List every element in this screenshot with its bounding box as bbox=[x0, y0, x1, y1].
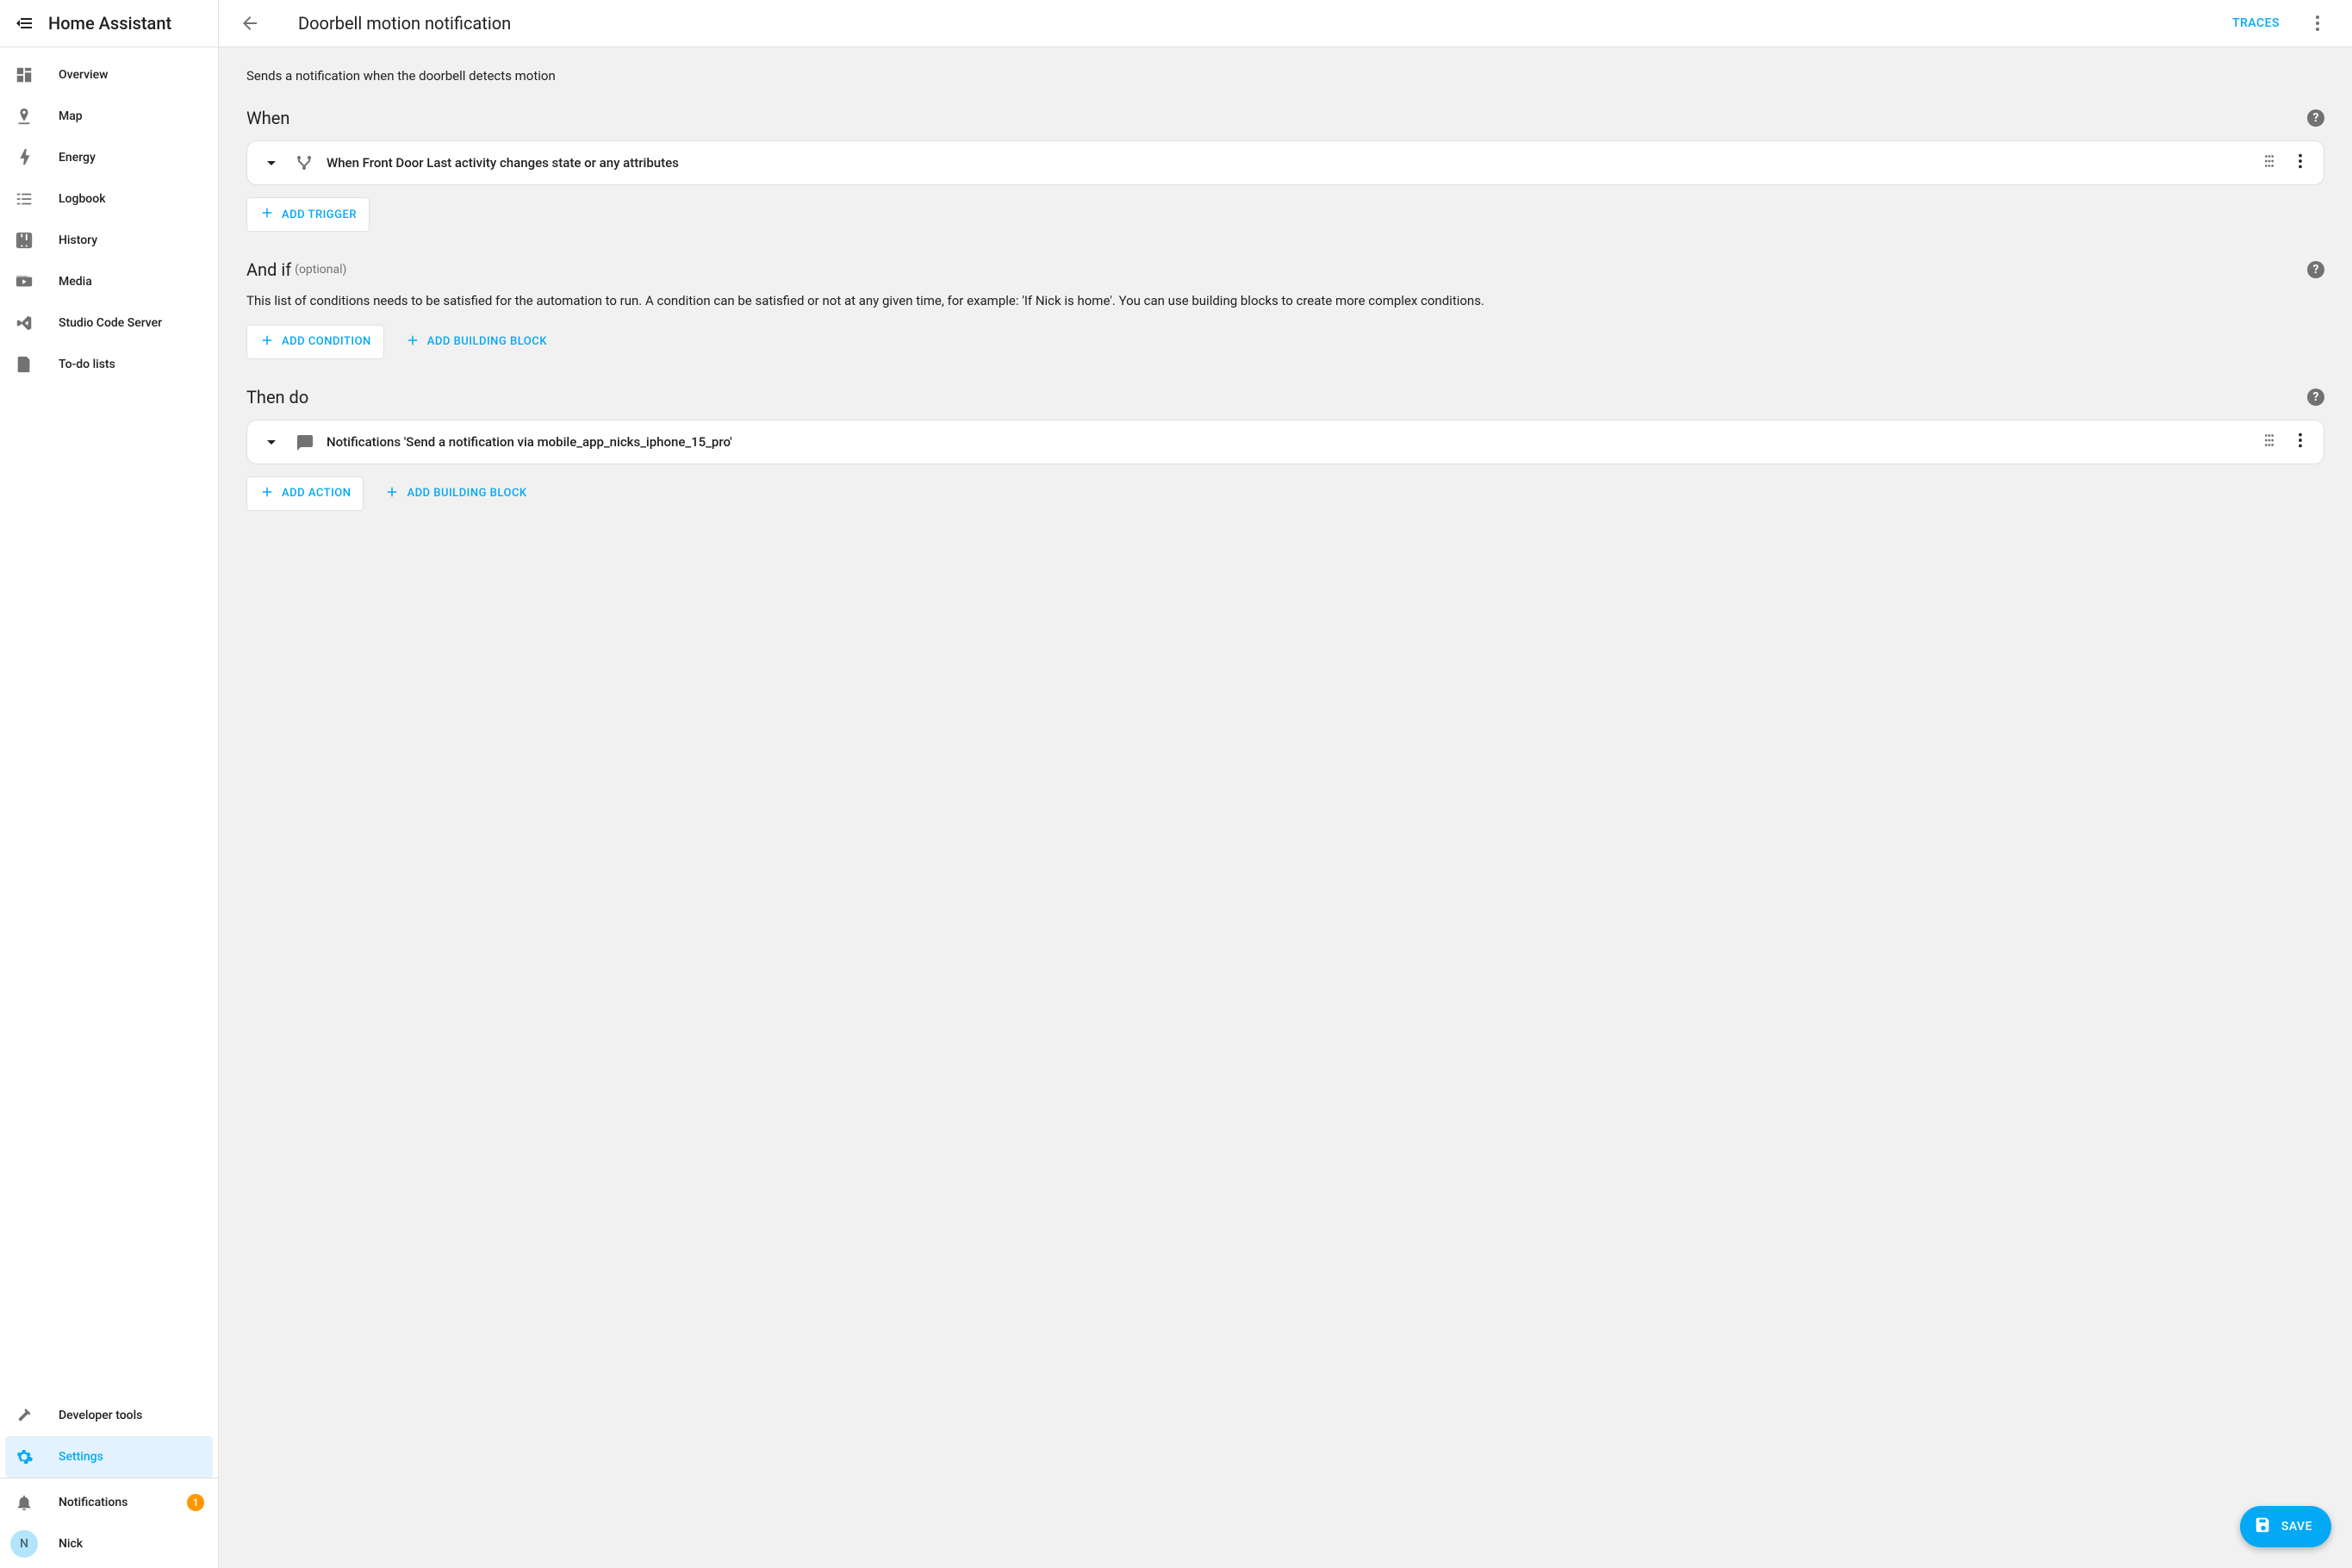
save-icon bbox=[2254, 1515, 2273, 1538]
map-icon bbox=[14, 106, 34, 127]
section-when: When ? When Front Door Last activity cha… bbox=[246, 108, 2324, 232]
sidebar-item-logbook[interactable]: Logbook bbox=[0, 178, 218, 220]
sidebar-item-user[interactable]: N Nick bbox=[0, 1523, 218, 1565]
plus-icon bbox=[259, 484, 275, 503]
app-root: Home Assistant Overview Map Energy Logbo… bbox=[0, 0, 2352, 1568]
trigger-label: When Front Door Last activity changes st… bbox=[327, 155, 2248, 171]
add-trigger-button[interactable]: ADD TRIGGER bbox=[246, 197, 370, 232]
sidebar-header: Home Assistant bbox=[0, 0, 218, 47]
trigger-row[interactable]: When Front Door Last activity changes st… bbox=[247, 141, 2324, 184]
save-button[interactable]: SAVE bbox=[2240, 1506, 2331, 1547]
content: Sends a notification when the doorbell d… bbox=[219, 47, 2352, 1568]
plus-icon bbox=[259, 205, 275, 224]
trigger-card: When Front Door Last activity changes st… bbox=[246, 140, 2324, 185]
plus-icon bbox=[384, 484, 400, 503]
button-label: ADD BUILDING BLOCK bbox=[427, 335, 547, 348]
page-title: Doorbell motion notification bbox=[298, 13, 511, 34]
avatar: N bbox=[10, 1530, 38, 1558]
menu-collapse-icon[interactable] bbox=[14, 13, 34, 34]
add-building-block-button[interactable]: ADD BUILDING BLOCK bbox=[372, 476, 538, 511]
sidebar: Home Assistant Overview Map Energy Logbo… bbox=[0, 0, 219, 1568]
sidebar-item-media[interactable]: Media bbox=[0, 261, 218, 302]
help-icon[interactable]: ? bbox=[2307, 109, 2324, 127]
section-title: When bbox=[246, 108, 289, 128]
button-label: ADD ACTION bbox=[282, 487, 351, 500]
nav-label: Overview bbox=[59, 68, 108, 82]
sidebar-item-settings[interactable]: Settings bbox=[5, 1436, 213, 1478]
drag-handle-icon[interactable] bbox=[2260, 152, 2279, 174]
action-row[interactable]: Notifications 'Send a notification via m… bbox=[247, 420, 2324, 464]
section-header-and-if: And if (optional) ? bbox=[246, 259, 2324, 280]
section-title: And if bbox=[246, 259, 291, 280]
save-label: SAVE bbox=[2281, 1520, 2312, 1534]
nav-label: Energy bbox=[59, 151, 96, 165]
section-header-when: When ? bbox=[246, 108, 2324, 128]
button-label: ADD CONDITION bbox=[282, 335, 371, 348]
hammer-icon bbox=[14, 1405, 34, 1426]
overview-icon bbox=[14, 65, 34, 85]
sidebar-item-developer-tools[interactable]: Developer tools bbox=[0, 1395, 218, 1436]
gear-icon bbox=[14, 1447, 34, 1467]
nav-label: Logbook bbox=[59, 192, 106, 206]
nav-label: Developer tools bbox=[59, 1409, 142, 1422]
sidebar-item-todo[interactable]: To-do lists bbox=[0, 344, 218, 385]
automation-description: Sends a notification when the doorbell d… bbox=[246, 68, 2324, 84]
action-card: Notifications 'Send a notification via m… bbox=[246, 420, 2324, 464]
notifications-badge: 1 bbox=[187, 1494, 204, 1511]
vscode-icon bbox=[14, 313, 34, 333]
user-name: Nick bbox=[59, 1537, 83, 1551]
back-button[interactable] bbox=[233, 6, 267, 40]
state-change-icon bbox=[294, 152, 314, 173]
section-and-if: And if (optional) ? This list of conditi… bbox=[246, 259, 2324, 359]
action-overflow-button[interactable] bbox=[2291, 431, 2310, 453]
nav-label: History bbox=[59, 233, 97, 247]
app-title: Home Assistant bbox=[48, 13, 171, 34]
plus-icon bbox=[259, 333, 275, 352]
nav-label: To-do lists bbox=[59, 358, 115, 371]
button-label: ADD TRIGGER bbox=[282, 208, 357, 221]
topbar-overflow-button[interactable] bbox=[2300, 6, 2335, 40]
nav-label: Media bbox=[59, 275, 92, 289]
traces-button[interactable]: TRACES bbox=[2225, 9, 2287, 37]
add-condition-button[interactable]: ADD CONDITION bbox=[246, 325, 384, 359]
message-icon bbox=[294, 432, 314, 452]
sidebar-bottom: Notifications 1 N Nick bbox=[0, 1478, 218, 1568]
and-if-helptext: This list of conditions needs to be sati… bbox=[246, 292, 2324, 311]
sidebar-nav: Overview Map Energy Logbook History Medi… bbox=[0, 47, 218, 1395]
section-title: Then do bbox=[246, 387, 308, 408]
add-action-button[interactable]: ADD ACTION bbox=[246, 476, 364, 511]
sidebar-item-notifications[interactable]: Notifications 1 bbox=[0, 1482, 218, 1523]
optional-hint: (optional) bbox=[295, 263, 346, 277]
history-icon bbox=[14, 230, 34, 251]
bell-icon bbox=[14, 1492, 34, 1513]
topbar: Doorbell motion notification TRACES bbox=[219, 0, 2352, 47]
section-then-do: Then do ? Notifications 'Send a notifica… bbox=[246, 387, 2324, 511]
todo-icon bbox=[14, 354, 34, 375]
trigger-overflow-button[interactable] bbox=[2291, 152, 2310, 174]
plus-icon bbox=[405, 333, 420, 352]
action-label: Notifications 'Send a notification via m… bbox=[327, 434, 2248, 450]
logbook-icon bbox=[14, 189, 34, 209]
help-icon[interactable]: ? bbox=[2307, 389, 2324, 406]
help-icon[interactable]: ? bbox=[2307, 261, 2324, 278]
main: Doorbell motion notification TRACES Send… bbox=[219, 0, 2352, 1568]
chevron-down-icon[interactable] bbox=[261, 152, 282, 173]
media-icon bbox=[14, 271, 34, 292]
nav-label: Map bbox=[59, 109, 83, 123]
chevron-down-icon[interactable] bbox=[261, 432, 282, 452]
energy-icon bbox=[14, 147, 34, 168]
section-header-then-do: Then do ? bbox=[246, 387, 2324, 408]
add-building-block-button[interactable]: ADD BUILDING BLOCK bbox=[393, 325, 559, 359]
button-label: ADD BUILDING BLOCK bbox=[407, 487, 526, 500]
nav-label: Notifications bbox=[59, 1496, 128, 1509]
sidebar-item-studio-code[interactable]: Studio Code Server bbox=[0, 302, 218, 344]
sidebar-item-map[interactable]: Map bbox=[0, 96, 218, 137]
sidebar-item-energy[interactable]: Energy bbox=[0, 137, 218, 178]
nav-label: Studio Code Server bbox=[59, 316, 162, 330]
sidebar-item-overview[interactable]: Overview bbox=[0, 54, 218, 96]
drag-handle-icon[interactable] bbox=[2260, 431, 2279, 453]
nav-label: Settings bbox=[59, 1450, 103, 1464]
sidebar-item-history[interactable]: History bbox=[0, 220, 218, 261]
sidebar-tools: Developer tools Settings bbox=[0, 1395, 218, 1478]
